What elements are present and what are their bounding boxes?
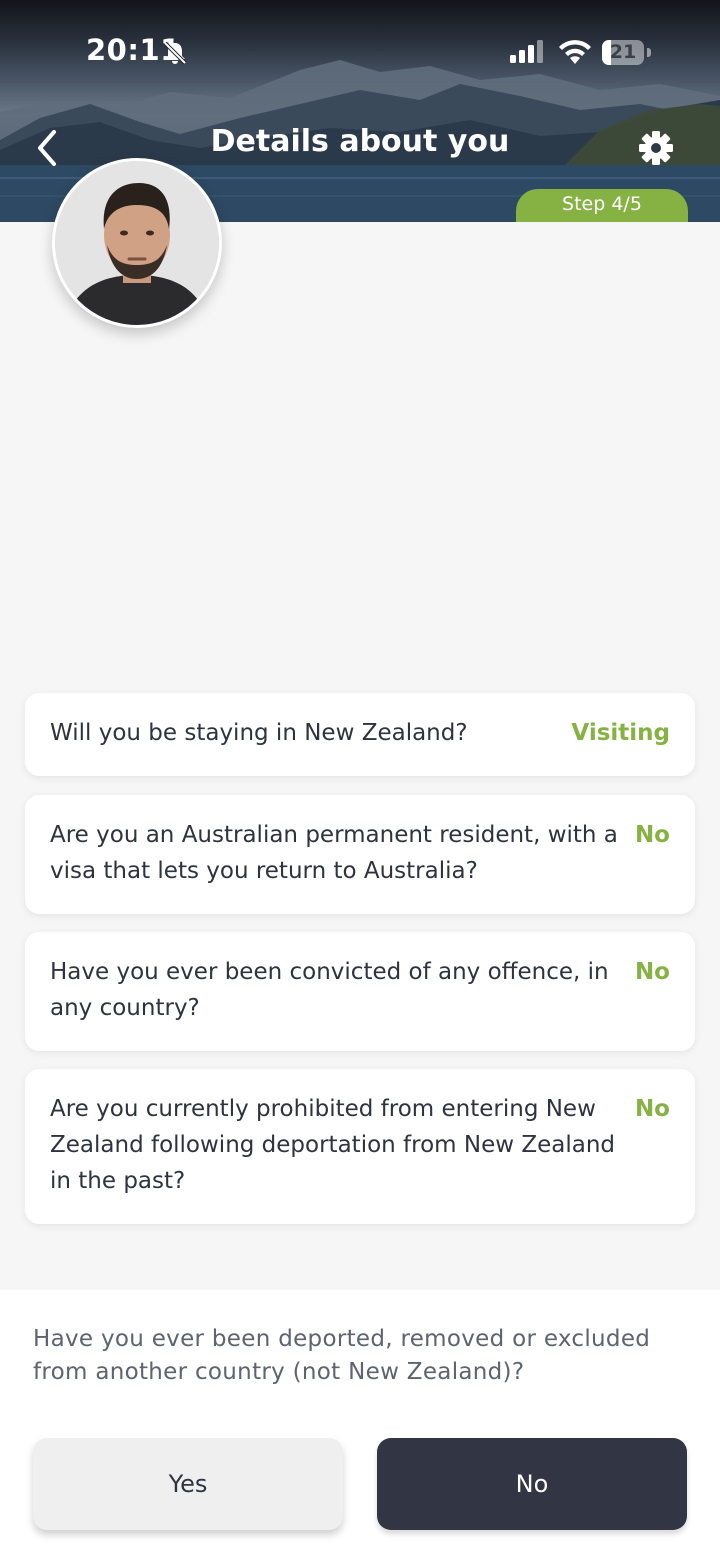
answer-card-convicted[interactable]: Have you ever been convicted of any offe… <box>25 932 695 1051</box>
answer-card-prohibited[interactable]: Are you currently prohibited from enteri… <box>25 1069 695 1224</box>
gear-icon[interactable] <box>636 128 676 168</box>
question-text: Have you ever been convicted of any offe… <box>50 959 609 1021</box>
answer-value: No <box>634 822 670 848</box>
profile-photo <box>55 161 219 325</box>
question-text: Will you be staying in New Zealand? <box>50 720 468 746</box>
question-text: Are you an Australian permanent resident… <box>50 822 618 884</box>
battery-icon: 21 <box>602 40 644 65</box>
answer-card-australian-resident[interactable]: Are you an Australian permanent resident… <box>25 795 695 914</box>
battery-percentage: 21 <box>609 41 637 63</box>
answer-value: No <box>634 959 670 985</box>
page-title: Details about you <box>210 124 510 159</box>
wifi-icon <box>559 40 591 64</box>
avatar <box>52 158 222 328</box>
current-question-prompt: Have you ever been deported, removed or … <box>33 1326 651 1385</box>
battery-tip <box>647 48 651 57</box>
question-text: Are you currently prohibited from enteri… <box>50 1096 616 1194</box>
answer-card-staying[interactable]: Will you be staying in New Zealand? Visi… <box>25 693 695 776</box>
step-indicator: Step 4/5 <box>516 189 688 222</box>
cellular-signal-icon <box>510 40 543 63</box>
no-button[interactable]: No <box>377 1438 687 1530</box>
answer-value: No <box>634 1096 670 1122</box>
yes-button[interactable]: Yes <box>33 1438 343 1530</box>
bell-slash-icon <box>163 41 187 65</box>
answer-value: Visiting <box>571 720 670 746</box>
